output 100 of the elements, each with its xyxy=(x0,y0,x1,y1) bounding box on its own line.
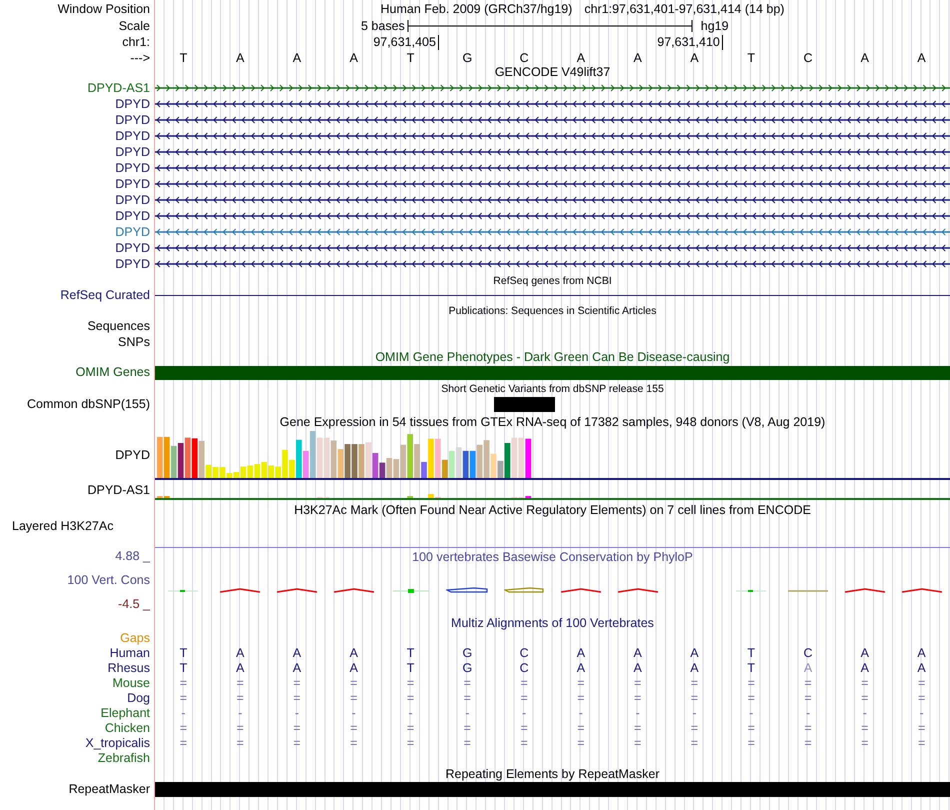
track-label[interactable]: DPYD xyxy=(115,96,150,112)
conservation-mark xyxy=(788,588,828,593)
track-label[interactable]: DPYD xyxy=(115,192,150,208)
track-label[interactable]: Dog xyxy=(127,691,150,706)
track-title: Repeating Elements by RepeatMasker xyxy=(445,767,660,782)
aligned-base: A xyxy=(236,646,244,661)
base-letter: C xyxy=(520,50,529,66)
conservation-wave xyxy=(560,588,601,593)
ruler-tick-label: 97,631,405 xyxy=(373,35,439,50)
aligned-base: = xyxy=(804,736,812,751)
aligned-base: = xyxy=(293,676,301,691)
aligned-base: = xyxy=(406,691,414,706)
position-text: chr1:97,631,401-97,631,414 (14 bp) xyxy=(584,0,784,18)
aligned-base: - xyxy=(692,706,697,721)
track-label[interactable]: Chicken xyxy=(104,721,150,736)
aligned-base: = xyxy=(918,691,926,706)
track-title: Short Genetic Variants from dbSNP release 155 xyxy=(441,383,664,396)
aligned-base: = xyxy=(634,676,642,691)
aligned-base: A xyxy=(576,646,586,661)
aligned-base: = xyxy=(464,691,471,706)
track-label[interactable]: chr1: xyxy=(122,34,150,50)
conservation-wave xyxy=(618,588,658,593)
aligned-base: = xyxy=(520,736,528,751)
conservation-mark xyxy=(736,588,766,593)
aligned-base: = xyxy=(577,676,585,691)
aligned-base: - xyxy=(465,706,470,721)
aligned-base: = xyxy=(861,676,868,691)
track-label[interactable]: Zebrafish xyxy=(98,751,150,766)
aligned-base: A xyxy=(634,646,642,661)
track-label[interactable]: Elephant xyxy=(100,706,150,721)
track-label[interactable]: Rhesus xyxy=(108,661,150,676)
aligned-base: = xyxy=(577,736,585,751)
aligned-base: A xyxy=(634,661,642,676)
aligned-base: = xyxy=(861,736,868,751)
aligned-base: = xyxy=(236,736,244,751)
aligned-base: - xyxy=(749,706,754,721)
track-label[interactable]: Human xyxy=(110,646,150,661)
conservation-mark xyxy=(392,588,429,593)
track-label[interactable]: DPYD-AS1 xyxy=(87,80,150,96)
aligned-base: = xyxy=(748,691,755,706)
track-label[interactable]: Window Position xyxy=(58,2,150,16)
base-letter: A xyxy=(917,50,926,66)
aligned-base: A xyxy=(917,661,926,676)
aligned-base: = xyxy=(406,676,414,691)
track-label[interactable]: RepeatMasker xyxy=(68,782,150,797)
conservation-wave xyxy=(334,588,374,593)
aligned-base: = xyxy=(236,721,244,736)
aligned-base: A xyxy=(804,661,812,676)
track-label[interactable]: DPYD xyxy=(115,208,150,224)
aligned-base: - xyxy=(920,706,924,721)
track-label[interactable]: DPYD-AS1 xyxy=(87,482,150,498)
conservation-wave xyxy=(902,588,942,593)
track-label[interactable]: OMIM Genes xyxy=(76,365,150,380)
omim-gene-bar[interactable] xyxy=(155,366,950,380)
track-label[interactable]: Sequences xyxy=(87,318,150,334)
track-label[interactable]: DPYD xyxy=(115,224,150,240)
aligned-base: = xyxy=(464,736,471,751)
track-label[interactable]: 100 Vert. Cons xyxy=(67,572,150,588)
track-label[interactable]: Scale xyxy=(118,18,150,34)
track-label[interactable]: DPYD xyxy=(115,240,150,256)
track-label[interactable]: DPYD xyxy=(115,144,150,160)
aligned-base: = xyxy=(180,691,188,706)
aligned-base: C xyxy=(520,646,529,661)
track-label[interactable]: DPYD xyxy=(115,256,150,272)
aligned-base: = xyxy=(406,721,414,736)
track-label[interactable]: DPYD xyxy=(115,112,150,128)
aligned-base: = xyxy=(350,736,358,751)
track-label[interactable]: ---> xyxy=(130,50,150,66)
track-title: OMIM Gene Phenotypes - Dark Green Can Be Disease-causing xyxy=(375,350,730,365)
track-label[interactable]: -4.5 _ xyxy=(118,596,150,612)
track-label[interactable]: X_tropicalis xyxy=(85,736,150,751)
track-label[interactable]: DPYD xyxy=(115,128,150,144)
aligned-base: = xyxy=(634,721,642,736)
aligned-base: A xyxy=(350,661,358,676)
track-label[interactable]: 4.88 _ xyxy=(115,549,150,564)
gene-line[interactable] xyxy=(155,294,950,296)
aligned-base: A xyxy=(690,661,699,676)
track-label[interactable]: RefSeq Curated xyxy=(60,288,150,302)
track-label[interactable]: DPYD xyxy=(115,160,150,176)
aligned-base: = xyxy=(577,721,585,736)
base-letter: T xyxy=(406,50,414,66)
aligned-base: T xyxy=(180,646,188,661)
aligned-base: C xyxy=(804,646,813,661)
aligned-base: = xyxy=(634,691,642,706)
track-label[interactable]: DPYD xyxy=(115,176,150,192)
aligned-base: A xyxy=(350,646,358,661)
aligned-base: = xyxy=(690,721,698,736)
track-label[interactable]: Mouse xyxy=(112,676,150,691)
assembly-text: Human Feb. 2009 (GRCh37/hg19) xyxy=(380,0,572,18)
track-label[interactable]: DPYD xyxy=(115,448,150,462)
aligned-base: = xyxy=(748,721,755,736)
aligned-base: T xyxy=(747,661,756,676)
aligned-base: A xyxy=(860,661,869,676)
aligned-base: = xyxy=(236,691,244,706)
track-label[interactable]: SNPs xyxy=(118,334,150,350)
aligned-base: = xyxy=(520,676,528,691)
conservation-wave xyxy=(844,588,885,593)
aligned-base: T xyxy=(406,661,414,676)
track-label[interactable]: Layered H3K27Ac xyxy=(12,519,114,534)
track-label[interactable]: Common dbSNP(155) xyxy=(27,397,150,412)
